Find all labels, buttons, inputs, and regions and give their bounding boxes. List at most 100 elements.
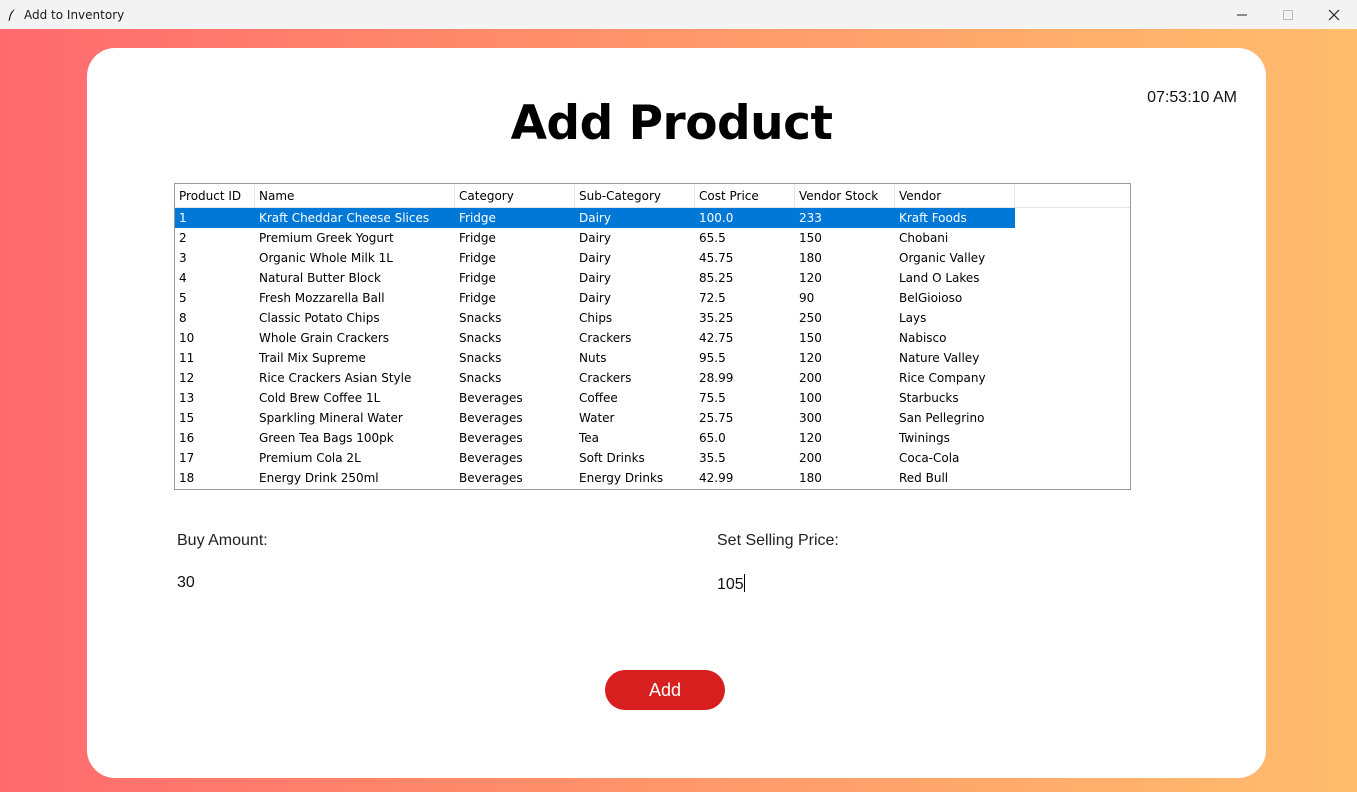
selling-price-value: 105 xyxy=(717,576,744,593)
table-body: 1 Kraft Cheddar Cheese Slices Fridge Dairy 1… xyxy=(175,208,1130,488)
table-cell: Beverages xyxy=(459,431,523,445)
table-row[interactable]: 18 Energy Drink 250ml Beverages Energy Drin… xyxy=(175,468,1130,488)
table-cell: San Pellegrino xyxy=(899,411,985,425)
table-row[interactable]: 12 Rice Crackers Asian Style Snacks Cracker… xyxy=(175,368,1130,388)
buy-amount-label: Buy Amount: xyxy=(177,532,268,549)
table-cell: Rice Crackers Asian Style xyxy=(259,371,412,385)
table-header: Product ID Name Category Sub-Category Cost P… xyxy=(175,184,1130,208)
table-cell: Cold Brew Coffee 1L xyxy=(259,391,381,405)
table-row[interactable]: 3 Organic Whole Milk 1L Fridge Dairy 45.75 18… xyxy=(175,248,1130,268)
table-cell: Energy Drinks xyxy=(579,471,664,485)
close-icon xyxy=(1328,9,1340,20)
table-cell: 65.5 xyxy=(699,231,726,245)
add-button[interactable]: Add xyxy=(605,670,725,710)
table-row[interactable]: 15 Sparkling Mineral Water Beverages Water 2… xyxy=(175,408,1130,428)
table-cell: Coca-Cola xyxy=(899,451,960,465)
table-cell: 42.75 xyxy=(699,331,734,345)
table-cell: Beverages xyxy=(459,391,523,405)
page-title: Add Product xyxy=(510,96,833,151)
product-table[interactable]: Product ID Name Category Sub-Category Cost P… xyxy=(174,183,1131,490)
table-cell: 8 xyxy=(179,311,187,325)
column-header[interactable]: Vendor xyxy=(895,184,1015,207)
table-cell: 18 xyxy=(179,471,195,485)
column-header[interactable]: Product ID xyxy=(175,184,255,207)
table-cell: 180 xyxy=(799,251,822,265)
table-cell: Dairy xyxy=(579,231,611,245)
table-row[interactable]: 13 Cold Brew Coffee 1L Beverages Coffee 75.5… xyxy=(175,388,1130,408)
table-cell: 1 xyxy=(175,208,255,228)
table-cell: 85.25 xyxy=(699,271,734,285)
table-cell: Water xyxy=(579,411,615,425)
table-cell: Snacks xyxy=(459,311,502,325)
table-row[interactable]: 8 Classic Potato Chips Snacks Chips 35.25 250… xyxy=(175,308,1130,328)
table-cell: Nabisco xyxy=(899,331,947,345)
table-cell: 200 xyxy=(799,371,822,385)
column-header[interactable]: Cost Price xyxy=(695,184,795,207)
close-button[interactable] xyxy=(1311,0,1357,29)
table-cell: Kraft Foods xyxy=(895,208,1015,228)
table-cell: Fresh Mozzarella Ball xyxy=(259,291,385,305)
text-caret xyxy=(743,574,745,592)
table-cell: 15 xyxy=(179,411,195,425)
table-cell: Snacks xyxy=(459,351,502,365)
table-row[interactable]: 5 Fresh Mozzarella Ball Fridge Dairy 72.5 90 B… xyxy=(175,288,1130,308)
table-cell: Fridge xyxy=(459,251,496,265)
table-cell: Whole Grain Crackers xyxy=(259,331,390,345)
table-cell: Dairy xyxy=(579,271,611,285)
table-cell: 45.75 xyxy=(699,251,734,265)
table-cell: Trail Mix Supreme xyxy=(259,351,366,365)
table-cell: Beverages xyxy=(459,471,523,485)
table-cell: Chips xyxy=(579,311,613,325)
column-header[interactable]: Category xyxy=(455,184,575,207)
table-cell: Snacks xyxy=(459,331,502,345)
table-cell: 42.99 xyxy=(699,471,734,485)
column-header[interactable]: Name xyxy=(255,184,455,207)
minimize-icon xyxy=(1237,14,1247,15)
table-cell: 3 xyxy=(179,251,187,265)
table-cell: 12 xyxy=(179,371,195,385)
table-row[interactable]: 1 Kraft Cheddar Cheese Slices Fridge Dairy 1… xyxy=(175,208,1130,228)
main-card: 07:53:10 AM Add Product Product ID Name Ca… xyxy=(87,48,1266,778)
table-row[interactable]: 2 Premium Greek Yogurt Fridge Dairy 65.5 150 C… xyxy=(175,228,1130,248)
table-cell: 100.0 xyxy=(695,208,795,228)
table-cell: Dairy xyxy=(575,208,695,228)
table-cell: Classic Potato Chips xyxy=(259,311,380,325)
table-cell: 150 xyxy=(799,231,822,245)
table-row[interactable]: 16 Green Tea Bags 100pk Beverages Tea 65.0 12… xyxy=(175,428,1130,448)
table-row[interactable]: 17 Premium Cola 2L Beverages Soft Drinks 35.… xyxy=(175,448,1130,468)
minimize-button[interactable] xyxy=(1219,0,1265,29)
table-cell: Sparkling Mineral Water xyxy=(259,411,403,425)
title-bar: Add to Inventory xyxy=(0,0,1357,29)
table-cell: 150 xyxy=(799,331,822,345)
table-cell: 2 xyxy=(179,231,187,245)
table-cell: 13 xyxy=(179,391,195,405)
table-cell: Rice Company xyxy=(899,371,986,385)
table-cell: 200 xyxy=(799,451,822,465)
table-row[interactable]: 11 Trail Mix Supreme Snacks Nuts 95.5 120 Natu… xyxy=(175,348,1130,368)
table-cell: Organic Whole Milk 1L xyxy=(259,251,393,265)
table-cell: Natural Butter Block xyxy=(259,271,381,285)
table-cell: 17 xyxy=(179,451,195,465)
maximize-button[interactable] xyxy=(1265,0,1311,29)
selling-price-label: Set Selling Price: xyxy=(717,532,839,549)
table-cell: Beverages xyxy=(459,451,523,465)
selling-price-input[interactable]: 105 xyxy=(717,574,745,594)
table-cell: Energy Drink 250ml xyxy=(259,471,379,485)
buy-amount-input[interactable]: 30 xyxy=(177,574,195,592)
table-cell: Crackers xyxy=(579,331,632,345)
table-cell: Fridge xyxy=(459,231,496,245)
table-cell: Nature Valley xyxy=(899,351,980,365)
table-cell: Snacks xyxy=(459,371,502,385)
column-header[interactable]: Vendor Stock xyxy=(795,184,895,207)
table-row[interactable]: 4 Natural Butter Block Fridge Dairy 85.25 120… xyxy=(175,268,1130,288)
table-cell: 180 xyxy=(799,471,822,485)
table-cell: 65.0 xyxy=(699,431,726,445)
table-cell: 75.5 xyxy=(699,391,726,405)
table-row[interactable]: 10 Whole Grain Crackers Snacks Crackers 42.7… xyxy=(175,328,1130,348)
table-cell: 120 xyxy=(799,271,822,285)
column-header[interactable]: Sub-Category xyxy=(575,184,695,207)
table-cell: Dairy xyxy=(579,251,611,265)
table-cell: Fridge xyxy=(459,291,496,305)
table-cell: Crackers xyxy=(579,371,632,385)
table-cell: Starbucks xyxy=(899,391,959,405)
